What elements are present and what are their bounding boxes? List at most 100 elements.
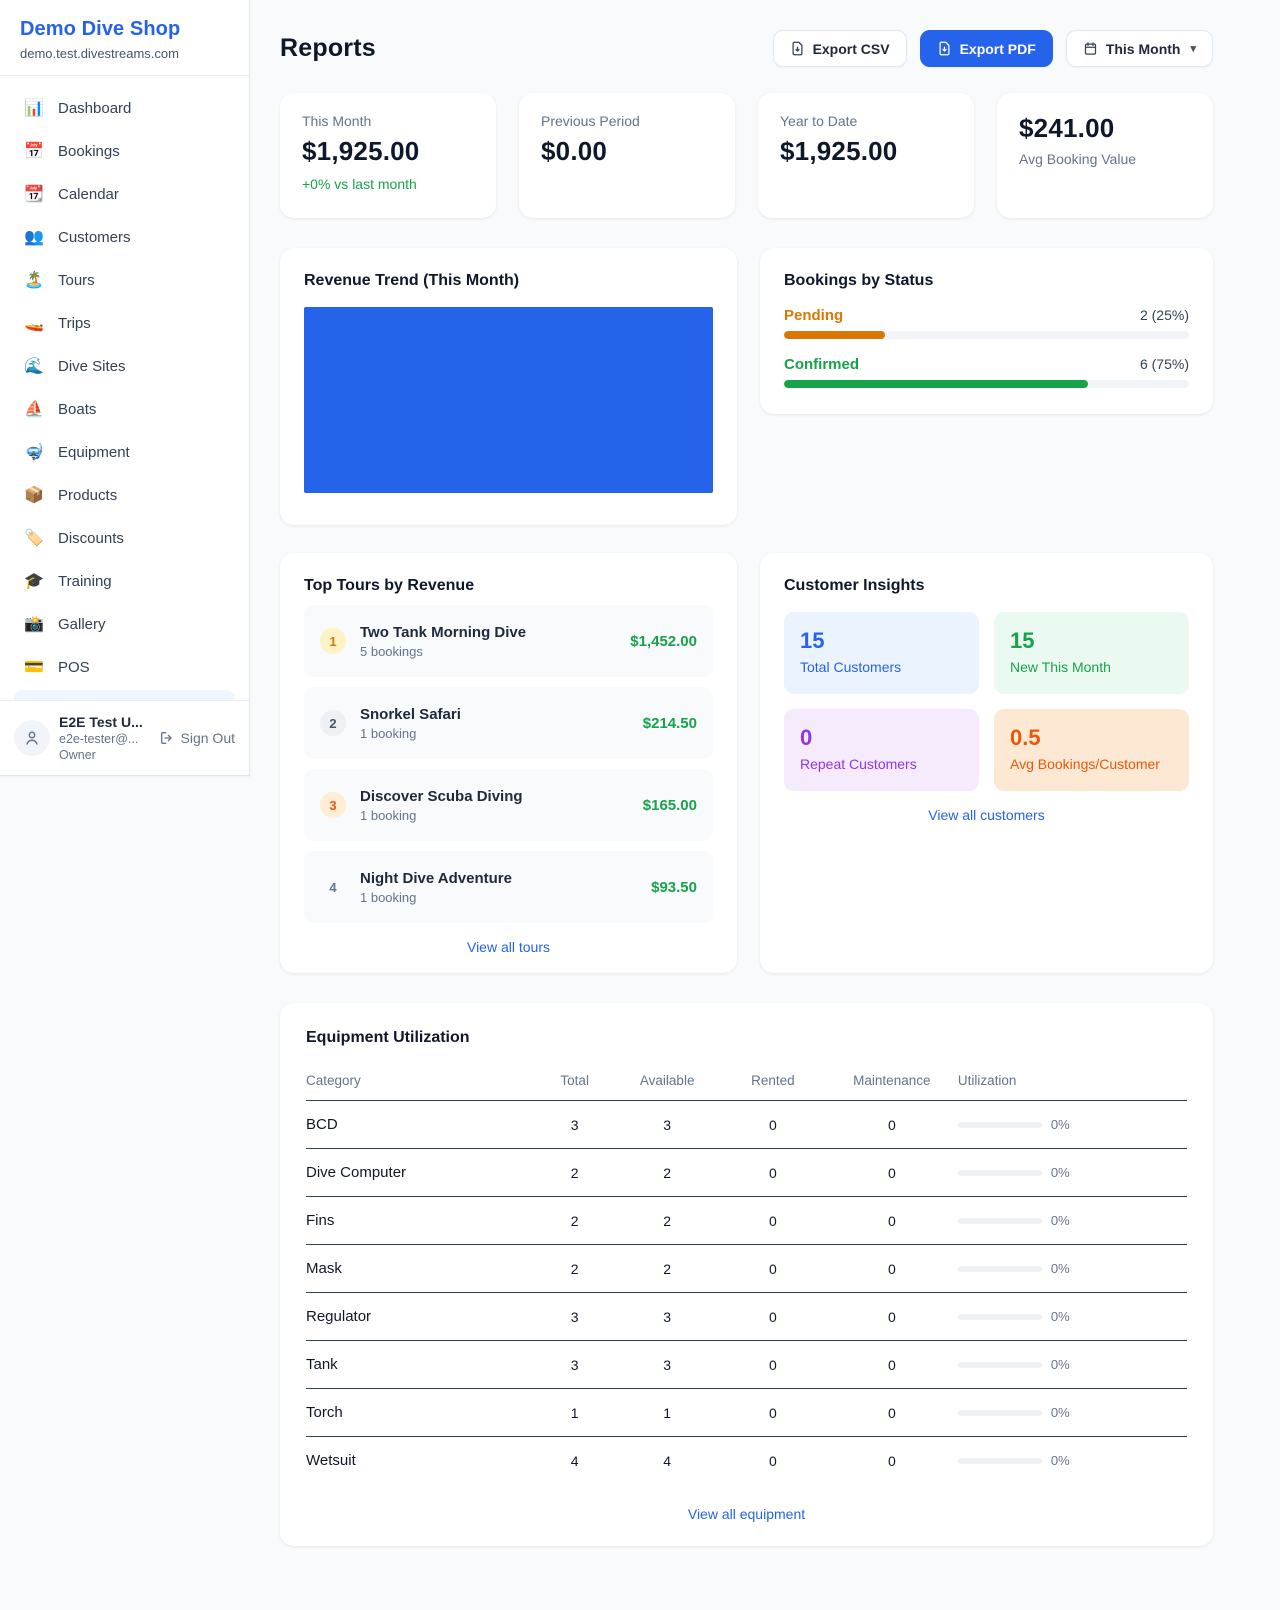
sidebar-item-reports-active-partial[interactable] bbox=[14, 690, 235, 700]
boats-icon: ⛵ bbox=[24, 399, 44, 419]
main-content: Reports Export CSV Export PDF This Month bbox=[280, 0, 1213, 1546]
page-title: Reports bbox=[280, 34, 376, 63]
cell-category: Dive Computer bbox=[306, 1149, 535, 1197]
view-all-customers-link[interactable]: View all customers bbox=[784, 807, 1189, 823]
rank-badge: 1 bbox=[320, 628, 346, 654]
sidebar-item-label: Gallery bbox=[58, 616, 106, 633]
stat-value: $241.00 bbox=[1019, 113, 1191, 144]
dashboard-icon: 📊 bbox=[24, 98, 44, 118]
export-pdf-button[interactable]: Export PDF bbox=[920, 30, 1053, 67]
sidebar-item-label: Tours bbox=[58, 272, 95, 289]
tour-bookings: 1 booking bbox=[360, 890, 637, 905]
user-email: e2e-tester@... bbox=[59, 732, 150, 746]
cell-total: 2 bbox=[535, 1245, 614, 1293]
utilization-bar bbox=[958, 1218, 1042, 1224]
cell-category: Mask bbox=[306, 1245, 535, 1293]
sidebar-item-label: Customers bbox=[58, 229, 131, 246]
sidebar-item-boats[interactable]: ⛵ Boats bbox=[14, 389, 235, 429]
tile-value: 0 bbox=[800, 725, 963, 751]
training-icon: 🎓 bbox=[24, 571, 44, 591]
progress-fill bbox=[784, 380, 1088, 388]
brand-block: Demo Dive Shop demo.test.divestreams.com bbox=[0, 0, 249, 76]
sidebar-item-training[interactable]: 🎓 Training bbox=[14, 561, 235, 601]
sidebar-item-label: Training bbox=[58, 573, 112, 590]
table-row: Mask 2 2 0 0 0% bbox=[306, 1245, 1187, 1293]
calendar-icon: 📆 bbox=[24, 184, 44, 204]
utilization-bar bbox=[958, 1362, 1042, 1368]
tile-label: Avg Bookings/Customer bbox=[1010, 756, 1173, 772]
user-role: Owner bbox=[59, 748, 150, 762]
tour-bookings: 1 booking bbox=[360, 726, 629, 741]
view-all-tours-link[interactable]: View all tours bbox=[304, 939, 713, 955]
sidebar-item-trips[interactable]: 🚤 Trips bbox=[14, 303, 235, 343]
customer-insights-card: Customer Insights 15 Total Customers 15 … bbox=[760, 553, 1213, 973]
export-pdf-label: Export PDF bbox=[960, 41, 1036, 57]
logout-icon bbox=[159, 730, 175, 746]
revenue-trend-title: Revenue Trend (This Month) bbox=[304, 272, 713, 290]
discounts-icon: 🏷️ bbox=[24, 528, 44, 548]
stat-value: $1,925.00 bbox=[302, 136, 474, 167]
cell-utilization: 0% bbox=[958, 1389, 1187, 1437]
sidebar-item-pos[interactable]: 💳 POS bbox=[14, 647, 235, 687]
sidebar-nav: 📊 Dashboard 📅 Bookings 📆 Calendar 👥 Cust… bbox=[0, 76, 249, 687]
sidebar-item-discounts[interactable]: 🏷️ Discounts bbox=[14, 518, 235, 558]
tile-value: 0.5 bbox=[1010, 725, 1173, 751]
bookings-icon: 📅 bbox=[24, 141, 44, 161]
cell-rented: 0 bbox=[720, 1101, 826, 1149]
cell-total: 4 bbox=[535, 1437, 614, 1485]
tour-row: 3 Discover Scuba Diving 1 booking $165.0… bbox=[304, 769, 713, 841]
cell-available: 2 bbox=[614, 1245, 720, 1293]
stat-card-avg-booking-value: $241.00 Avg Booking Value bbox=[997, 93, 1213, 218]
cell-total: 1 bbox=[535, 1389, 614, 1437]
sidebar-item-customers[interactable]: 👥 Customers bbox=[14, 217, 235, 257]
cell-rented: 0 bbox=[720, 1149, 826, 1197]
tour-name: Snorkel Safari bbox=[360, 706, 629, 723]
sidebar-item-label: Equipment bbox=[58, 444, 130, 461]
cell-maintenance: 0 bbox=[826, 1197, 958, 1245]
sidebar-item-label: Discounts bbox=[58, 530, 124, 547]
equipment-utilization-title: Equipment Utilization bbox=[306, 1029, 1187, 1047]
tile-value: 15 bbox=[800, 628, 963, 654]
stat-label: Avg Booking Value bbox=[1019, 151, 1191, 167]
sidebar-item-products[interactable]: 📦 Products bbox=[14, 475, 235, 515]
sidebar-item-dive-sites[interactable]: 🌊 Dive Sites bbox=[14, 346, 235, 386]
tile-label: New This Month bbox=[1010, 659, 1173, 675]
column-header: Available bbox=[614, 1065, 720, 1101]
sign-out-button[interactable]: Sign Out bbox=[159, 730, 235, 746]
pos-icon: 💳 bbox=[24, 657, 44, 677]
cell-available: 1 bbox=[614, 1389, 720, 1437]
bookings-by-status-title: Bookings by Status bbox=[784, 272, 1189, 290]
export-csv-label: Export CSV bbox=[813, 41, 890, 57]
period-dropdown[interactable]: This Month ▾ bbox=[1066, 30, 1213, 67]
status-value: 2 (25%) bbox=[1140, 307, 1189, 323]
top-tours-card: Top Tours by Revenue 1 Two Tank Morning … bbox=[280, 553, 737, 973]
export-csv-button[interactable]: Export CSV bbox=[773, 30, 907, 67]
tour-amount: $165.00 bbox=[643, 797, 697, 814]
sidebar-item-calendar[interactable]: 📆 Calendar bbox=[14, 174, 235, 214]
sidebar-item-label: Bookings bbox=[58, 143, 120, 160]
tour-name: Two Tank Morning Dive bbox=[360, 624, 616, 641]
sidebar-item-equipment[interactable]: 🤿 Equipment bbox=[14, 432, 235, 472]
sidebar-item-dashboard[interactable]: 📊 Dashboard bbox=[14, 88, 235, 128]
sidebar-item-gallery[interactable]: 📸 Gallery bbox=[14, 604, 235, 644]
sidebar-item-tours[interactable]: 🏝️ Tours bbox=[14, 260, 235, 300]
cell-rented: 0 bbox=[720, 1389, 826, 1437]
tile-new-this-month: 15 New This Month bbox=[994, 612, 1189, 694]
view-all-equipment-link[interactable]: View all equipment bbox=[306, 1506, 1187, 1522]
cell-maintenance: 0 bbox=[826, 1245, 958, 1293]
rank-badge: 3 bbox=[320, 792, 346, 818]
status-label: Confirmed bbox=[784, 356, 859, 373]
sidebar-item-bookings[interactable]: 📅 Bookings bbox=[14, 131, 235, 171]
tour-row: 1 Two Tank Morning Dive 5 bookings $1,45… bbox=[304, 605, 713, 677]
cell-available: 3 bbox=[614, 1293, 720, 1341]
page-header: Reports Export CSV Export PDF This Month bbox=[280, 30, 1213, 67]
cell-maintenance: 0 bbox=[826, 1101, 958, 1149]
progress-track bbox=[784, 331, 1189, 339]
tour-row: 4 Night Dive Adventure 1 booking $93.50 bbox=[304, 851, 713, 923]
tile-repeat-customers: 0 Repeat Customers bbox=[784, 709, 979, 791]
chevron-down-icon: ▾ bbox=[1190, 42, 1196, 55]
customer-insights-title: Customer Insights bbox=[784, 577, 1189, 595]
cell-total: 2 bbox=[535, 1149, 614, 1197]
utilization-bar bbox=[958, 1314, 1042, 1320]
top-tours-title: Top Tours by Revenue bbox=[304, 577, 713, 595]
